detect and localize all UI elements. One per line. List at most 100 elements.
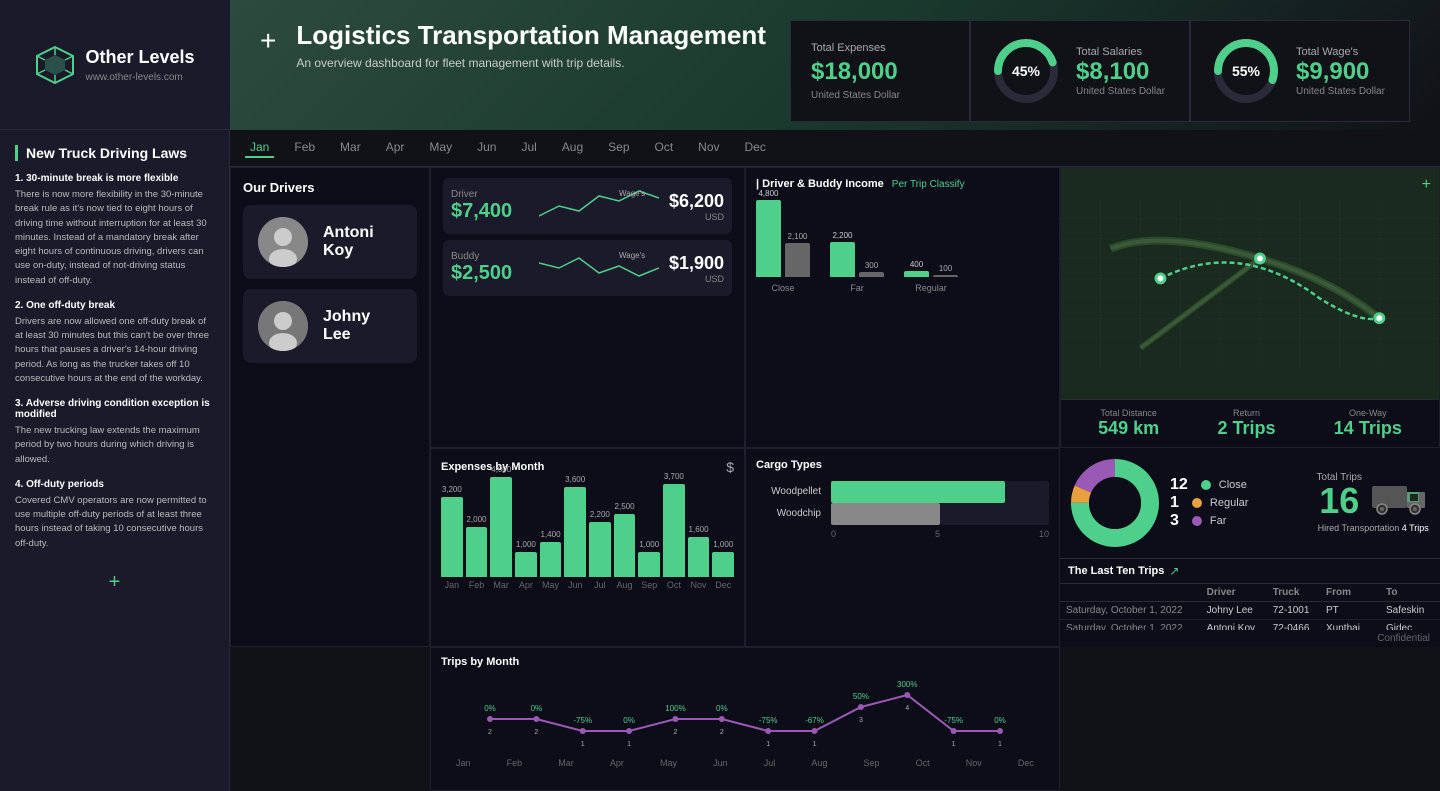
trip-month-label: Jun <box>713 758 728 768</box>
svg-text:Wage's: Wage's <box>619 251 645 260</box>
drivers-title: Our Drivers <box>243 180 417 195</box>
cargo-bar-row: Woodpellet <box>756 481 1049 503</box>
wage-role: Driver <box>451 189 529 200</box>
trip-truck: 72-1001 <box>1267 601 1320 619</box>
salaries-gauge: 45% <box>991 36 1061 106</box>
sidebar-plus-icon[interactable]: + <box>15 571 214 594</box>
svg-text:1: 1 <box>581 741 585 748</box>
driver-avatar <box>258 217 308 267</box>
trip-month-label: Sep <box>863 758 879 768</box>
last-trips-title: The Last Ten Trips <box>1068 565 1164 577</box>
last-trips-section: The Last Ten Trips ↗ Driver Truck From T… <box>1060 558 1440 631</box>
expense-bar <box>515 552 537 577</box>
expense-bar-group: 2,500 Aug <box>614 502 636 590</box>
driver-card[interactable]: Johny Lee <box>243 289 417 363</box>
expense-bar-month: May <box>542 580 559 590</box>
month-tab-dec[interactable]: Dec <box>740 138 771 158</box>
month-tab-may[interactable]: May <box>424 138 457 158</box>
svg-text:2: 2 <box>488 729 492 736</box>
total-distance-stat: Total Distance 549 km <box>1098 408 1159 439</box>
expense-bar-month: Dec <box>715 580 731 590</box>
total-wages-value: $9,900 <box>1296 58 1385 86</box>
return-trips-stat: Return 2 Trips <box>1217 408 1275 439</box>
return-value: 2 Trips <box>1217 418 1275 439</box>
svg-text:1: 1 <box>952 741 956 748</box>
expense-bar <box>589 522 611 577</box>
expense-bar-group: 1,000 Sep <box>638 540 660 590</box>
sidebar-section: 2. One off-duty break Drivers are now al… <box>15 300 214 386</box>
hired-label: Hired Transportation 4 Trips <box>1316 523 1430 533</box>
month-tab-oct[interactable]: Oct <box>650 138 679 158</box>
map-plus-icon[interactable]: + <box>1422 176 1431 194</box>
cargo-bar-fill <box>831 481 1005 503</box>
last-trips-arrow: ↗ <box>1169 564 1179 578</box>
classification-dot <box>1192 516 1202 526</box>
col-date <box>1060 584 1201 602</box>
trip-truck: 72-0466 <box>1267 619 1320 630</box>
header-stats: Total Expenses $18,000 United States Dol… <box>790 20 1410 122</box>
svg-text:3: 3 <box>859 717 863 724</box>
driver-bar <box>756 200 781 277</box>
cargo-panel: Cargo Types Woodpellet Woodchip 0510 <box>745 448 1060 648</box>
month-tab-sep[interactable]: Sep <box>603 138 634 158</box>
classification-label: Close <box>1219 479 1247 491</box>
page-title: Logistics Transportation Management <box>296 20 766 51</box>
trip-driver: Johny Lee <box>1201 601 1267 619</box>
page-subtitle: An overview dashboard for fleet manageme… <box>296 56 766 70</box>
confidential-label: Confidential <box>1060 630 1440 647</box>
buddy-bar <box>859 272 884 277</box>
svg-text:1: 1 <box>813 741 817 748</box>
month-tab-mar[interactable]: Mar <box>335 138 366 158</box>
svg-text:1: 1 <box>766 741 770 748</box>
classification-count: 1 <box>1170 494 1179 512</box>
expense-bar-value: 3,700 <box>664 472 684 481</box>
month-tab-apr[interactable]: Apr <box>381 138 410 158</box>
trips-tbody: Saturday, October 1, 2022 Johny Lee 72-1… <box>1060 601 1440 630</box>
svg-text:2: 2 <box>534 729 538 736</box>
wage-base-amount: $7,400 <box>451 200 529 223</box>
svg-text:1: 1 <box>998 741 1002 748</box>
month-tab-jun[interactable]: Jun <box>472 138 501 158</box>
total-distance-value: 549 km <box>1098 418 1159 439</box>
expense-bar-group: 1,400 May <box>540 530 562 590</box>
expense-bar <box>638 552 660 577</box>
content-grid: Our Drivers Antoni Koy Johny Lee <box>230 167 1440 791</box>
cargo-bar-bg <box>831 503 1049 525</box>
month-tab-feb[interactable]: Feb <box>289 138 320 158</box>
expense-bar-group: 4,000 Mar <box>490 465 512 590</box>
expense-bar <box>466 527 488 577</box>
month-tab-jan[interactable]: Jan <box>245 138 274 158</box>
wage-role: Buddy <box>451 251 529 262</box>
month-tab-nov[interactable]: Nov <box>693 138 724 158</box>
expense-bar-value: 3,600 <box>565 475 585 484</box>
total-wages-card: 55% Total Wage's $9,900 United States Do… <box>1190 20 1410 122</box>
expense-bar-value: 2,200 <box>590 510 610 519</box>
expense-bar-group: 3,700 Oct <box>663 472 685 590</box>
svg-text:2: 2 <box>720 729 724 736</box>
total-salaries-currency: United States Dollar <box>1076 86 1165 97</box>
trip-month-label: Jan <box>456 758 471 768</box>
sidebar-title: New Truck Driving Laws <box>15 145 214 161</box>
income-bar-label: Close <box>771 283 794 293</box>
expense-bar-value: 2,500 <box>615 502 635 511</box>
expense-bar-group: 2,000 Feb <box>466 515 488 590</box>
col-to: To <box>1380 584 1440 602</box>
driver-wage-card: Driver $7,400 Wage's $6,200 USD <box>443 178 732 234</box>
wage-usd-label: USD <box>669 274 724 284</box>
wage-chart: Wage's <box>539 248 659 288</box>
month-nav: Jan Feb Mar Apr May Jun Jul Aug Sep Oct … <box>230 130 1440 167</box>
cargo-chart: Woodpellet Woodchip 0510 <box>756 481 1049 539</box>
month-tab-jul[interactable]: Jul <box>516 138 541 158</box>
table-row: Saturday, October 1, 2022 Antoni Koy 72-… <box>1060 619 1440 630</box>
cargo-bar-row: Woodchip <box>756 503 1049 525</box>
driver-card[interactable]: Antoni Koy <box>243 205 417 279</box>
dashboard: Other Levels www.other-levels.com + Logi… <box>0 0 1440 791</box>
trip-from: PT <box>1320 601 1380 619</box>
classification-dot <box>1192 498 1202 508</box>
expense-bar-month: Oct <box>667 580 681 590</box>
expense-bar-value: 4,000 <box>491 465 511 474</box>
expense-bar-month: Jan <box>445 580 460 590</box>
svg-text:-75%: -75% <box>759 716 778 725</box>
month-tab-aug[interactable]: Aug <box>557 138 588 158</box>
trips-title: Trips by Month <box>441 656 1049 668</box>
